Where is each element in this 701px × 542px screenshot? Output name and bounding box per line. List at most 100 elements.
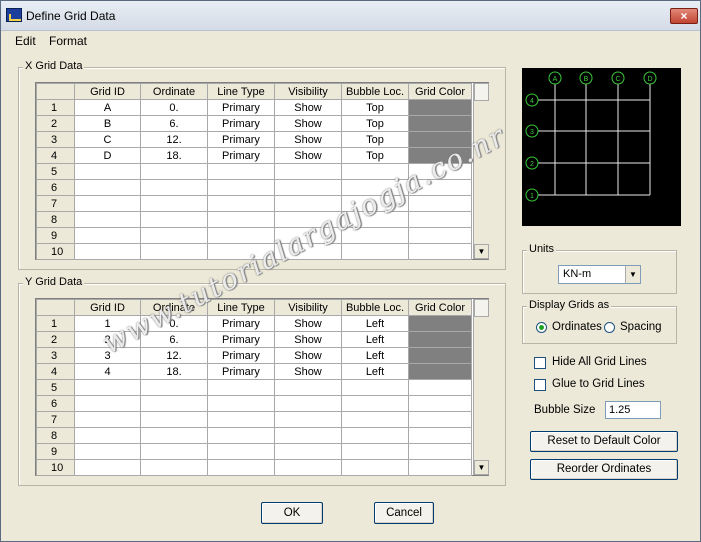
line-type-cell[interactable]: [207, 379, 275, 396]
bubble-size-input[interactable]: 1.25: [605, 401, 661, 419]
ordinate-cell[interactable]: [140, 411, 208, 428]
row-number[interactable]: 1: [36, 315, 75, 332]
visibility-cell[interactable]: [274, 243, 342, 260]
visibility-cell[interactable]: Show: [274, 331, 342, 348]
visibility-cell[interactable]: Show: [274, 115, 342, 132]
line-type-cell[interactable]: [207, 211, 275, 228]
visibility-cell[interactable]: [274, 379, 342, 396]
grid-id-cell[interactable]: [74, 459, 141, 476]
table-row[interactable]: 1 1 0. Primary Show Left: [36, 315, 472, 332]
units-select[interactable]: KN-m ▼: [558, 265, 641, 284]
line-type-cell[interactable]: [207, 163, 275, 180]
line-type-cell[interactable]: [207, 411, 275, 428]
bubble-loc-cell[interactable]: [341, 243, 409, 260]
grid-color-cell[interactable]: [408, 211, 472, 228]
ordinate-cell[interactable]: 0.: [140, 99, 208, 116]
ordinate-cell[interactable]: 18.: [140, 147, 208, 164]
row-number[interactable]: 4: [36, 147, 75, 164]
grid-id-cell[interactable]: [74, 243, 141, 260]
column-header[interactable]: Bubble Loc.: [341, 83, 409, 100]
row-number[interactable]: 10: [36, 243, 75, 260]
ordinate-cell[interactable]: 12.: [140, 347, 208, 364]
x-grid-scroll-down-icon[interactable]: ▼: [474, 244, 489, 259]
grid-color-cell[interactable]: [408, 395, 472, 412]
grid-color-cell[interactable]: [408, 227, 472, 244]
table-row[interactable]: 10: [36, 459, 472, 476]
table-row[interactable]: 6: [36, 395, 472, 412]
column-header[interactable]: Ordinate: [140, 83, 208, 100]
ordinate-cell[interactable]: [140, 395, 208, 412]
visibility-cell[interactable]: Show: [274, 315, 342, 332]
visibility-cell[interactable]: Show: [274, 131, 342, 148]
table-row[interactable]: 7: [36, 411, 472, 428]
ordinate-cell[interactable]: 0.: [140, 315, 208, 332]
grid-id-cell[interactable]: 3: [74, 347, 141, 364]
x-grid-scrollbar[interactable]: ▼: [473, 83, 489, 259]
ordinate-cell[interactable]: [140, 195, 208, 212]
row-number[interactable]: 1: [36, 99, 75, 116]
grid-id-cell[interactable]: [74, 195, 141, 212]
visibility-cell[interactable]: [274, 227, 342, 244]
grid-color-cell[interactable]: [408, 459, 472, 476]
line-type-cell[interactable]: Primary: [207, 131, 275, 148]
grid-color-cell[interactable]: [408, 115, 472, 132]
ordinate-cell[interactable]: [140, 459, 208, 476]
grid-color-cell[interactable]: [408, 195, 472, 212]
y-grid-scroll-down-icon[interactable]: ▼: [474, 460, 489, 475]
ordinate-cell[interactable]: [140, 211, 208, 228]
grid-color-cell[interactable]: [408, 427, 472, 444]
ordinate-cell[interactable]: [140, 179, 208, 196]
row-number[interactable]: 8: [36, 211, 75, 228]
row-number[interactable]: 4: [36, 363, 75, 380]
row-number[interactable]: 9: [36, 443, 75, 460]
grid-color-cell[interactable]: [408, 315, 472, 332]
line-type-cell[interactable]: [207, 227, 275, 244]
line-type-cell[interactable]: Primary: [207, 99, 275, 116]
visibility-cell[interactable]: Show: [274, 147, 342, 164]
grid-id-cell[interactable]: [74, 443, 141, 460]
grid-id-cell[interactable]: [74, 395, 141, 412]
column-header[interactable]: Visibility: [274, 83, 342, 100]
close-button[interactable]: ×: [670, 8, 698, 24]
table-row[interactable]: 9: [36, 227, 472, 244]
grid-id-cell[interactable]: [74, 227, 141, 244]
bubble-loc-cell[interactable]: Left: [341, 347, 409, 364]
column-header[interactable]: Grid ID: [74, 299, 141, 316]
grid-id-cell[interactable]: B: [74, 115, 141, 132]
menu-format[interactable]: Format: [49, 34, 87, 48]
ordinate-cell[interactable]: [140, 379, 208, 396]
grid-color-cell[interactable]: [408, 363, 472, 380]
line-type-cell[interactable]: [207, 395, 275, 412]
grid-color-cell[interactable]: [408, 147, 472, 164]
grid-id-cell[interactable]: C: [74, 131, 141, 148]
ordinate-cell[interactable]: 18.: [140, 363, 208, 380]
grid-id-cell[interactable]: 4: [74, 363, 141, 380]
bubble-loc-cell[interactable]: [341, 227, 409, 244]
bubble-loc-cell[interactable]: [341, 179, 409, 196]
column-header[interactable]: Grid ID: [74, 83, 141, 100]
grid-color-cell[interactable]: [408, 411, 472, 428]
ordinate-cell[interactable]: [140, 163, 208, 180]
line-type-cell[interactable]: Primary: [207, 115, 275, 132]
bubble-loc-cell[interactable]: [341, 411, 409, 428]
table-row[interactable]: 6: [36, 179, 472, 196]
ordinate-cell[interactable]: 12.: [140, 131, 208, 148]
line-type-cell[interactable]: [207, 195, 275, 212]
line-type-cell[interactable]: Primary: [207, 315, 275, 332]
column-header[interactable]: Line Type: [207, 299, 275, 316]
table-row[interactable]: 7: [36, 195, 472, 212]
visibility-cell[interactable]: [274, 179, 342, 196]
row-number[interactable]: 3: [36, 347, 75, 364]
table-row[interactable]: 4 4 18. Primary Show Left: [36, 363, 472, 380]
column-header[interactable]: Grid Color: [408, 83, 472, 100]
row-number[interactable]: 6: [36, 179, 75, 196]
visibility-cell[interactable]: [274, 411, 342, 428]
bubble-loc-cell[interactable]: [341, 443, 409, 460]
y-grid-scrollbar[interactable]: ▼: [473, 299, 489, 475]
table-row[interactable]: 5: [36, 163, 472, 180]
row-number[interactable]: 8: [36, 427, 75, 444]
ordinate-cell[interactable]: 6.: [140, 331, 208, 348]
row-number[interactable]: 5: [36, 163, 75, 180]
ordinates-radio[interactable]: [536, 322, 547, 333]
column-header[interactable]: Visibility: [274, 299, 342, 316]
